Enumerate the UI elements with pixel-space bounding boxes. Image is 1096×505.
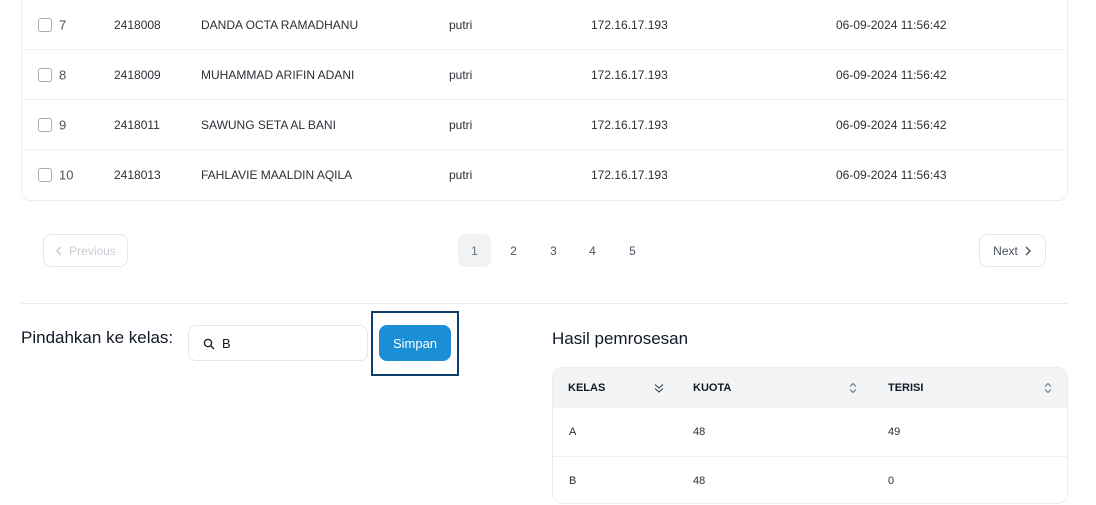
terisi-cell: 0 [888,475,895,487]
ip-address: 172.16.17.193 [591,168,668,182]
table-row: 7 2418008 DANDA OCTA RAMADHANU putri 172… [22,0,1067,50]
row-number: 9 [59,117,67,132]
chevron-left-icon [56,246,62,255]
kuota-cell: 48 [693,475,706,487]
timestamp: 06-09-2024 11:56:42 [836,117,947,132]
results-title: Hasil pemrosesan [552,329,689,348]
student-id: 2418008 [114,17,161,32]
kelas-cell: A [569,426,577,438]
ip-address: 172.16.17.193 [591,67,668,82]
class-search-input[interactable]: B [188,325,368,361]
results-table: KELAS KUOTA TERISI A 48 49 B 48 0 [552,367,1068,504]
section-divider [21,303,1068,304]
operator-user: putri [449,117,473,132]
page-4-button[interactable]: 4 [576,234,609,267]
row-number: 8 [59,67,67,82]
previous-label: Previous [69,243,116,258]
row-number: 10 [59,167,74,183]
next-button[interactable]: Next [979,234,1046,267]
student-table: 7 2418008 DANDA OCTA RAMADHANU putri 172… [21,0,1068,201]
row-checkbox[interactable] [38,67,52,82]
terisi-cell: 49 [888,426,901,438]
page-3-button[interactable]: 3 [537,234,570,267]
student-name: DANDA OCTA RAMADHANU [201,17,359,32]
header-terisi[interactable]: TERISI [888,382,923,394]
student-name: FAHLAVIE MAALDIN AQILA [201,168,353,182]
ip-address: 172.16.17.193 [591,17,668,32]
timestamp: 06-09-2024 11:56:42 [836,17,947,32]
page-2-button[interactable]: 2 [497,234,530,267]
operator-user: putri [449,17,473,32]
operator-user: putri [449,67,473,82]
move-class-label: Pindahkan ke kelas: [21,328,174,347]
student-name: SAWUNG SETA AL BANI [201,117,336,132]
student-id: 2418013 [114,168,161,182]
results-row: A 48 49 [553,407,1067,456]
table-row: 10 2418013 FAHLAVIE MAALDIN AQILA putri … [22,150,1067,200]
table-row: 9 2418011 SAWUNG SETA AL BANI putri 172.… [22,100,1067,150]
table-row: 8 2418009 MUHAMMAD ARIFIN ADANI putri 17… [22,50,1067,100]
sort-icon[interactable] [849,382,857,394]
row-number: 7 [59,17,67,32]
page-5-button[interactable]: 5 [616,234,649,267]
row-checkbox[interactable] [38,117,52,132]
sort-icon[interactable] [1044,382,1052,394]
search-value: B [222,336,231,351]
student-name: MUHAMMAD ARIFIN ADANI [201,67,355,82]
kuota-cell: 48 [693,426,706,438]
results-header: KELAS KUOTA TERISI [553,368,1067,407]
save-button[interactable]: Simpan [379,325,451,361]
row-checkbox[interactable] [38,17,52,32]
search-icon [203,338,215,350]
next-label: Next [993,243,1018,258]
page-1-button[interactable]: 1 [458,234,491,267]
ip-address: 172.16.17.193 [591,117,668,132]
operator-user: putri [449,168,473,182]
header-kelas[interactable]: KELAS [568,382,605,394]
previous-button[interactable]: Previous [43,234,128,267]
student-id: 2418011 [114,117,160,132]
student-id: 2418009 [114,67,161,82]
kelas-cell: B [569,475,577,487]
chevron-right-icon [1025,246,1031,255]
row-checkbox[interactable] [38,168,52,182]
sort-desc-icon[interactable] [654,383,664,393]
timestamp: 06-09-2024 11:56:43 [836,168,947,182]
results-row: B 48 0 [553,456,1067,503]
header-kuota[interactable]: KUOTA [693,382,731,394]
timestamp: 06-09-2024 11:56:42 [836,67,947,82]
